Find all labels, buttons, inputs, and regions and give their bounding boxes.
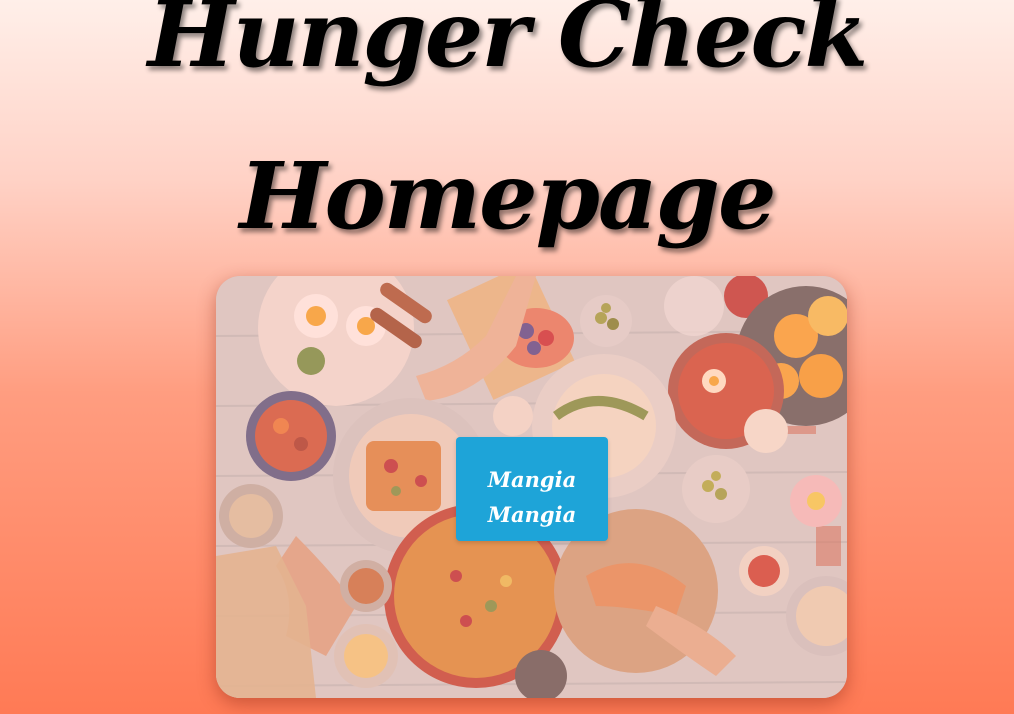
mangia-mangia-button[interactable]: Mangia Mangia: [456, 437, 608, 541]
homepage: { "page": { "title_line1": "Hunger Check…: [0, 0, 1014, 714]
hero-card: Mangia Mangia: [216, 276, 847, 698]
page-title-line-1: Hunger Check: [147, 0, 868, 88]
page-title-line-2: Homepage: [239, 142, 777, 250]
